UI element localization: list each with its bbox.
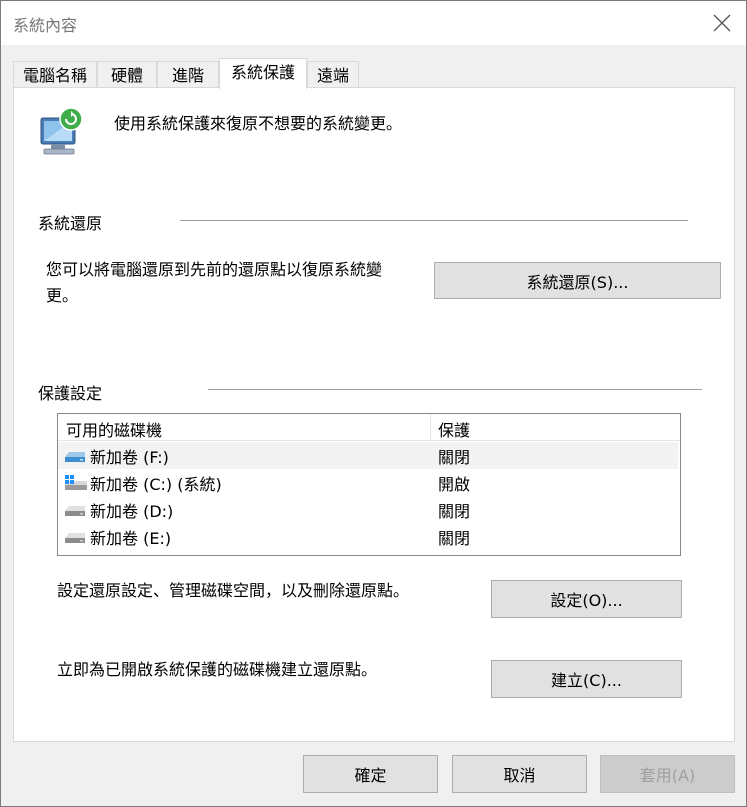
description-line: 更。 xyxy=(46,286,79,305)
title-bar: 系統內容 xyxy=(1,1,746,45)
description-line: 您可以將電腦還原到先前的還原點以復原系統變 xyxy=(46,260,383,279)
cancel-button[interactable]: 取消 xyxy=(452,755,587,793)
intro-text: 使用系統保護來復原不想要的系統變更。 xyxy=(114,114,403,133)
group-divider xyxy=(208,389,702,390)
group-divider xyxy=(180,220,688,221)
close-button[interactable] xyxy=(706,7,738,39)
configure-button[interactable]: 設定(O)... xyxy=(491,580,682,618)
tab-label: 電腦名稱 xyxy=(22,66,87,85)
protection-settings-group-title: 保護設定 xyxy=(38,384,103,403)
tab-hardware[interactable]: 硬體 xyxy=(97,61,157,89)
tab-label: 遠端 xyxy=(316,66,349,85)
drive-row[interactable]: 新加卷 (E:) 關閉 xyxy=(58,523,678,550)
tab-strip: 電腦名稱 硬體 進階 系統保護 遠端 xyxy=(13,58,735,89)
protection-status: 關閉 xyxy=(438,502,471,521)
window-title: 系統內容 xyxy=(13,16,78,35)
protection-status: 關閉 xyxy=(438,529,471,548)
close-icon xyxy=(713,14,731,32)
system-protection-icon xyxy=(40,107,83,155)
column-header-drives[interactable]: 可用的磁碟機 xyxy=(66,417,162,441)
apply-button[interactable]: 套用(A) xyxy=(600,755,735,793)
drive-row[interactable]: 新加卷 (D:) 關閉 xyxy=(58,496,678,523)
tab-remote[interactable]: 遠端 xyxy=(307,61,359,89)
list-header: 可用的磁碟機 保護 xyxy=(58,414,680,441)
tab-system-protection[interactable]: 系統保護 xyxy=(219,58,307,89)
drive-icon xyxy=(65,506,85,516)
tab-label: 硬體 xyxy=(110,66,143,85)
drive-icon xyxy=(65,452,85,462)
ok-button[interactable]: 確定 xyxy=(303,755,438,793)
drive-name: 新加卷 (C:) (系統) xyxy=(90,475,222,494)
create-button[interactable]: 建立(C)... xyxy=(491,660,682,698)
column-separator[interactable] xyxy=(430,414,431,441)
system-properties-window: 系統內容 電腦名稱 硬體 進階 系統保護 遠端 使用系統保護來復原不想要的系統變… xyxy=(0,0,747,807)
system-restore-button[interactable]: 系統還原(S)... xyxy=(434,262,721,299)
drive-name: 新加卷 (F:) xyxy=(90,448,169,467)
drive-list[interactable]: 可用的磁碟機 保護 新加卷 (F:) 關閉 新加卷 (C:) (系統) 開啟 新… xyxy=(57,413,681,556)
drive-name: 新加卷 (E:) xyxy=(90,529,172,548)
tab-label: 進階 xyxy=(171,66,204,85)
drive-row[interactable]: 新加卷 (C:) (系統) 開啟 xyxy=(58,469,678,496)
system-drive-icon xyxy=(65,475,87,490)
drive-row[interactable]: 新加卷 (F:) 關閉 xyxy=(58,442,678,469)
system-restore-group-title: 系統還原 xyxy=(38,214,103,233)
tab-computer-name[interactable]: 電腦名稱 xyxy=(13,61,97,89)
protection-status: 關閉 xyxy=(438,448,471,467)
tab-advanced[interactable]: 進階 xyxy=(157,61,219,89)
system-protection-panel: 使用系統保護來復原不想要的系統變更。 系統還原 您可以將電腦還原到先前的還原點以… xyxy=(13,87,735,742)
create-description: 立即為已開啟系統保護的磁碟機建立還原點。 xyxy=(57,660,378,679)
drive-icon xyxy=(65,533,85,543)
tab-label: 系統保護 xyxy=(230,63,295,82)
system-restore-description: 您可以將電腦還原到先前的還原點以復原系統變 更。 xyxy=(46,257,426,309)
drive-name: 新加卷 (D:) xyxy=(90,502,174,521)
column-header-protection[interactable]: 保護 xyxy=(438,417,470,441)
configure-description: 設定還原設定、管理磁碟空間，以及刪除還原點。 xyxy=(57,581,410,600)
protection-status: 開啟 xyxy=(438,475,471,494)
